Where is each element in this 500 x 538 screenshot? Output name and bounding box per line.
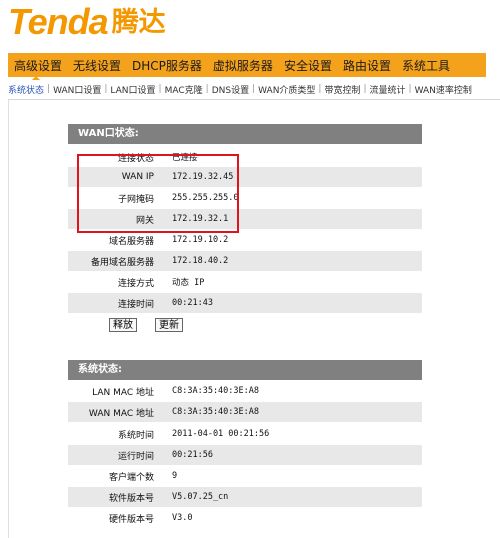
subnav-wan-settings[interactable]: WAN口设置 — [53, 83, 101, 96]
tenda-logo: Tenda 腾达 — [8, 2, 166, 42]
nav-system-tools[interactable]: 系统工具 — [402, 57, 450, 74]
subnav-separator: | — [363, 84, 367, 94]
sys-row-client-count: 客户端个数 9 — [68, 466, 422, 486]
sys-row-lan-mac: LAN MAC 地址 C8:3A:35:40:3E:A8 — [68, 381, 422, 401]
row-label: 备用域名服务器 — [90, 257, 154, 268]
sys-row-system-time: 系统时间 2011-04-01 00:21:56 — [68, 424, 422, 444]
row-value: 00:21:56 — [172, 450, 213, 460]
renew-button[interactable]: 更新 — [155, 318, 183, 332]
subnav-traffic-stats[interactable]: 流量统计 — [370, 83, 406, 96]
row-value: C8:3A:35:40:3E:A8 — [172, 407, 259, 417]
row-label: WAN MAC 地址 — [88, 408, 154, 419]
nav-wireless-settings[interactable]: 无线设置 — [73, 57, 121, 74]
sys-row-hardware-version: 硬件版本号 V3.0 — [68, 508, 422, 528]
row-label: 连接方式 — [117, 278, 154, 289]
release-button[interactable]: 释放 — [109, 318, 137, 332]
logo-cjk-text: 腾达 — [111, 7, 166, 38]
row-value: V5.07.25_cn — [172, 492, 229, 502]
row-value: 动态 IP — [172, 278, 205, 288]
subnav-system-status[interactable]: 系统状态 — [8, 83, 44, 96]
subnav-separator: | — [104, 84, 108, 94]
nav-dhcp-server[interactable]: DHCP服务器 — [132, 57, 202, 74]
row-label: 软件版本号 — [108, 493, 154, 504]
sys-row-software-version: 软件版本号 V5.07.25_cn — [68, 487, 422, 507]
row-label: LAN MAC 地址 — [92, 387, 154, 398]
subnav-lan-settings[interactable]: LAN口设置 — [110, 83, 155, 96]
wan-row-backup-dns: 备用域名服务器 172.18.40.2 — [68, 251, 422, 271]
wan-row-dns-server: 域名服务器 172.19.10.2 — [68, 230, 422, 250]
subnav-separator: | — [158, 84, 162, 94]
subnav-mac-clone[interactable]: MAC克隆 — [165, 83, 203, 96]
nav-security-settings[interactable]: 安全设置 — [284, 57, 332, 74]
row-label: 系统时间 — [117, 430, 154, 441]
row-value: 172.18.40.2 — [172, 256, 229, 266]
subnav-separator: | — [252, 84, 256, 94]
subnav-separator: | — [318, 84, 322, 94]
nav-advanced-settings[interactable]: 高级设置 — [14, 57, 62, 74]
subnav-dns-settings[interactable]: DNS设置 — [212, 83, 249, 96]
row-value: C8:3A:35:40:3E:A8 — [172, 386, 259, 396]
sub-nav: 系统状态 | WAN口设置 | LAN口设置 | MAC克隆 | DNS设置 | WAN介… — [8, 80, 500, 98]
row-label: 连接时间 — [117, 299, 154, 310]
row-value: V3.0 — [172, 513, 193, 523]
row-value: 172.19.10.2 — [172, 235, 229, 245]
subnav-wan-rate-control[interactable]: WAN速率控制 — [415, 83, 472, 96]
subnav-bandwidth-control[interactable]: 带宽控制 — [324, 83, 360, 96]
row-value: 2011-04-01 00:21:56 — [172, 429, 270, 439]
row-label: 硬件版本号 — [108, 514, 154, 525]
main-nav: 高级设置 无线设置 DHCP服务器 虚拟服务器 安全设置 路由设置 系统工具 — [8, 53, 486, 77]
subnav-separator: | — [205, 84, 209, 94]
subnav-separator: | — [408, 84, 412, 94]
row-value: 9 — [172, 471, 178, 481]
sys-row-wan-mac: WAN MAC 地址 C8:3A:35:40:3E:A8 — [68, 402, 422, 422]
logo-latin-text: Tenda — [8, 1, 109, 42]
row-label: 客户端个数 — [108, 472, 154, 483]
wan-row-connection-time: 连接时间 00:21:43 — [68, 293, 422, 313]
row-label: 域名服务器 — [108, 236, 154, 247]
system-status-header: 系统状态: — [68, 360, 422, 380]
row-label: 运行时间 — [117, 451, 154, 462]
nav-virtual-server[interactable]: 虚拟服务器 — [213, 57, 273, 74]
subnav-separator: | — [47, 84, 51, 94]
sys-row-uptime: 运行时间 00:21:56 — [68, 445, 422, 465]
red-highlight-box — [77, 154, 239, 233]
row-value: 00:21:43 — [172, 298, 213, 308]
nav-routing-settings[interactable]: 路由设置 — [343, 57, 391, 74]
wan-status-header: WAN口状态: — [68, 124, 422, 144]
wan-row-connection-type: 连接方式 动态 IP — [68, 272, 422, 292]
subnav-wan-medium[interactable]: WAN介质类型 — [258, 83, 315, 96]
